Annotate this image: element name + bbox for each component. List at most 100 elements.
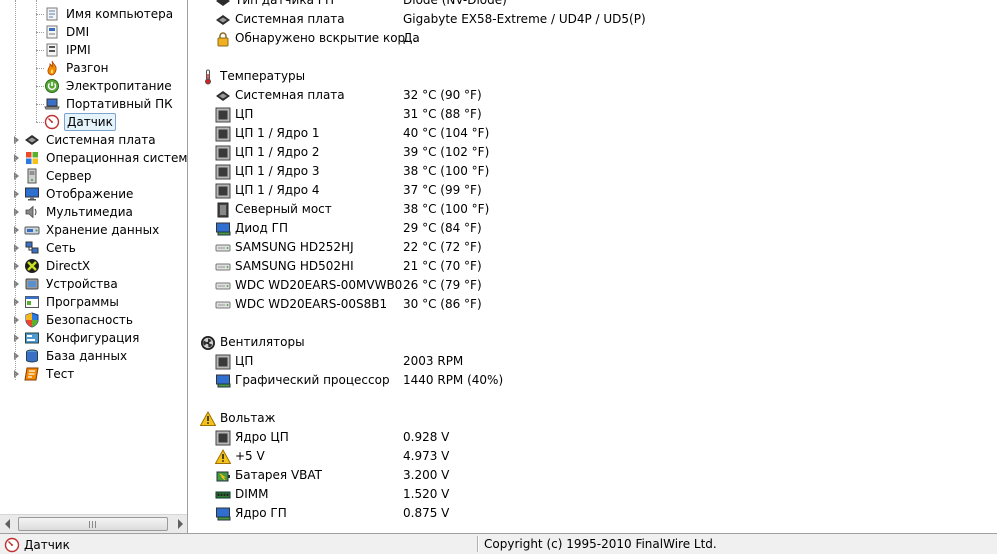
expand-arrow-icon[interactable] [12,262,20,270]
status-copyright: Copyright (c) 1995-2010 FinalWire Ltd. [484,537,717,551]
sensor-row[interactable]: ЦП [215,352,253,371]
sensor-row[interactable]: ЦП 1 / Ядро 4 [215,181,320,200]
field-value: 32 °C (90 °F) [403,88,482,102]
tree-guide-line [36,50,44,51]
sensor-row[interactable]: +5 V [214,447,265,466]
tree-item[interactable]: Датчик [44,113,116,131]
tree-item[interactable]: Конфигурация [12,329,141,347]
hdd-icon [215,240,231,256]
scroll-thumb[interactable] [18,517,168,531]
tree-item[interactable]: Мультимедиа [12,203,135,221]
sensor-row[interactable]: SAMSUNG HD252HJ [215,238,354,257]
field-value: 38 °C (100 °F) [403,202,490,216]
expand-arrow-icon[interactable] [12,154,20,162]
tree-item-label: Системная плата [46,133,156,147]
tree-item[interactable]: Устройства [12,275,120,293]
tree-item[interactable]: Имя компьютера [44,5,175,23]
expand-arrow-icon[interactable] [12,370,20,378]
expand-arrow-icon[interactable] [12,280,20,288]
navigation-tree[interactable]: Имя компьютера DMI IPMI Разгон Электропитани… [0,0,188,533]
tree-item[interactable]: Портативный ПК [44,95,175,113]
tree-item-label: IPMI [66,43,91,57]
sensor-row[interactable]: SAMSUNG HD502HI [215,257,354,276]
field-name: WDC WD20EARS-00S8B1 [235,297,388,311]
sensor-row[interactable]: WDC WD20EARS-00S8B1 [215,295,387,314]
tree-item[interactable]: База данных [12,347,129,365]
field-value: 3.200 V [403,468,450,482]
scroll-left-arrow-icon[interactable] [5,519,10,529]
expand-arrow-icon[interactable] [12,190,20,198]
expand-arrow-icon[interactable] [12,208,20,216]
field-value: 26 °C (79 °F) [403,278,482,292]
field-value: 2003 RPM [403,354,464,368]
tree-item[interactable]: IPMI [44,41,93,59]
gpu-icon [215,221,231,237]
sensor-row[interactable]: Северный мост [215,200,332,219]
computer-name-icon [44,6,60,22]
tree-item[interactable]: DMI [44,23,91,41]
section-header: Вольтаж [199,409,276,428]
tree-item[interactable]: DirectX [12,257,92,275]
tree-item[interactable]: Безопасность [12,311,135,329]
expand-arrow-icon[interactable] [12,172,20,180]
tree-item[interactable]: Отображение [12,185,135,203]
sensor-row[interactable]: ЦП 1 / Ядро 1 [215,124,320,143]
field-name: ЦП 1 / Ядро 4 [235,183,320,197]
tree-item-label: DirectX [46,259,91,273]
tree-item[interactable]: Сеть [12,239,78,257]
field-value: 1.520 V [403,487,450,501]
tree-item[interactable]: Операционная система [12,149,187,167]
tree-item[interactable]: Электропитание [44,77,174,95]
sensor-row[interactable]: Батарея VBAT [215,466,322,485]
motherboard-icon [24,132,40,148]
field-value: 31 °C (88 °F) [403,107,482,121]
expand-arrow-icon[interactable] [12,352,20,360]
sensor-row[interactable]: Системная плата [215,10,345,29]
sensor-row[interactable]: Обнаружено вскрытие кор... [215,29,417,48]
tree-item-label: Разгон [66,61,109,75]
devices-icon [24,276,40,292]
cpu-icon [215,107,231,123]
sensor-gauge-icon [4,537,20,553]
programs-icon [24,294,40,310]
dmi-icon [44,24,60,40]
tree-item[interactable]: Тест [12,365,76,383]
fan-icon [200,335,216,351]
sensor-row[interactable]: WDC WD20EARS-00MVWB0 [215,276,402,295]
tree-item-label: Отображение [46,187,134,201]
tree-item[interactable]: Системная плата [12,131,158,149]
tree-horizontal-scrollbar[interactable] [0,514,187,533]
tree-item[interactable]: Сервер [12,167,93,185]
expand-arrow-icon[interactable] [12,136,20,144]
sensor-row[interactable]: Ядро ЦП [215,428,289,447]
tree-item-label: Хранение данных [46,223,160,237]
scroll-right-arrow-icon[interactable] [178,519,183,529]
tree-item-label: Программы [46,295,119,309]
field-value: 39 °C (102 °F) [403,145,490,159]
field-value: 0.875 V [403,506,450,520]
expand-arrow-icon[interactable] [12,298,20,306]
field-name: +5 V [235,449,265,463]
expand-arrow-icon[interactable] [12,244,20,252]
expand-arrow-icon[interactable] [12,316,20,324]
sensor-row[interactable]: ЦП 1 / Ядро 3 [215,162,320,181]
sensor-row[interactable]: Графический процессор [215,371,390,390]
sensor-row[interactable]: Ядро ГП [215,504,287,523]
tree-item-label: Мультимедиа [46,205,133,219]
tree-item[interactable]: Хранение данных [12,221,161,239]
tree-item[interactable]: Разгон [44,59,110,77]
sensor-row[interactable]: Системная плата [215,86,345,105]
sensor-icon [215,0,231,9]
sensor-row[interactable]: Тип датчика ГП [215,0,334,10]
tree-guide-line [36,14,44,15]
tree-guide-line [36,122,44,123]
expand-arrow-icon[interactable] [12,226,20,234]
sensor-row[interactable]: Диод ГП [215,219,288,238]
sensor-row[interactable]: ЦП 1 / Ядро 2 [215,143,320,162]
expand-arrow-icon[interactable] [12,334,20,342]
sensor-row[interactable]: DIMM [215,485,269,504]
tree-item[interactable]: Программы [12,293,121,311]
sensor-row[interactable]: ЦП [215,105,253,124]
section-title: Температуры [220,69,306,83]
section-title: Вольтаж [220,411,276,425]
